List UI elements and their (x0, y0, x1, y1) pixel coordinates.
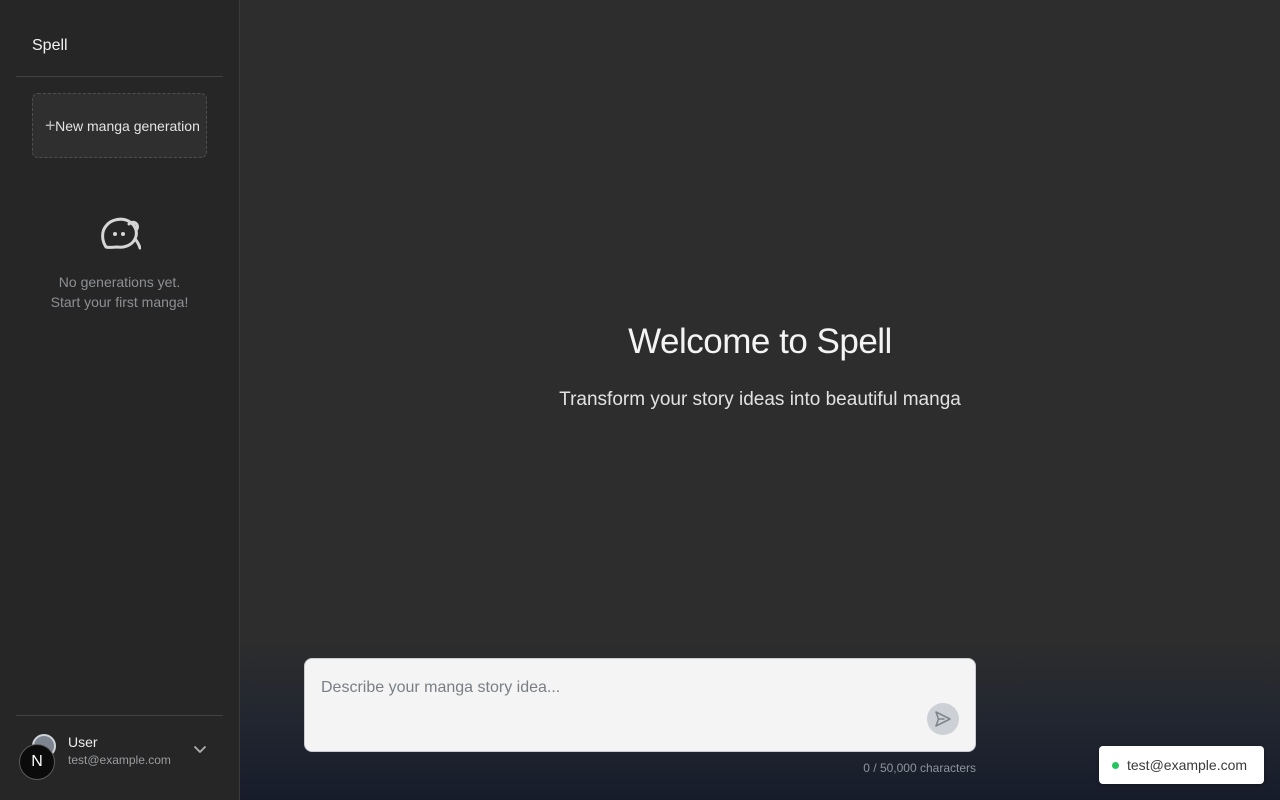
user-menu[interactable]: N User test@example.com (16, 726, 223, 780)
character-count: 0 / 50,000 characters (863, 761, 976, 775)
user-email: test@example.com (68, 753, 171, 767)
send-button[interactable] (927, 703, 959, 735)
user-name: User (68, 734, 98, 750)
story-input[interactable] (305, 659, 975, 751)
page-title: Welcome to Spell (628, 322, 892, 361)
chevron-down-icon[interactable] (193, 742, 207, 756)
toast-email: test@example.com (1127, 757, 1248, 773)
ghost-icon (100, 217, 141, 250)
framework-badge[interactable]: N (19, 744, 55, 780)
new-manga-generation-label: New manga generation (55, 117, 200, 134)
empty-message-line1: No generations yet. (58, 274, 181, 290)
page-subtitle: Transform your story ideas into beautifu… (559, 389, 961, 410)
send-icon (935, 711, 951, 727)
new-manga-generation-button[interactable]: + New manga generation (32, 93, 207, 158)
online-status-icon (1112, 761, 1119, 769)
account-toast: test@example.com (1099, 746, 1264, 784)
app-window: Spell + New manga generation No generati… (0, 0, 1280, 800)
brand-title: Spell (32, 37, 68, 54)
sidebar-divider (16, 76, 223, 77)
empty-generations: No generations yet. Start your first man… (16, 214, 223, 312)
sidebar-divider (16, 715, 223, 716)
empty-message-line2: Start your first manga! (50, 294, 189, 310)
main-content: Welcome to Spell Transform your story id… (240, 0, 1280, 800)
sidebar: Spell + New manga generation No generati… (0, 0, 240, 800)
story-composer (304, 658, 976, 752)
plus-icon: + (45, 115, 56, 136)
